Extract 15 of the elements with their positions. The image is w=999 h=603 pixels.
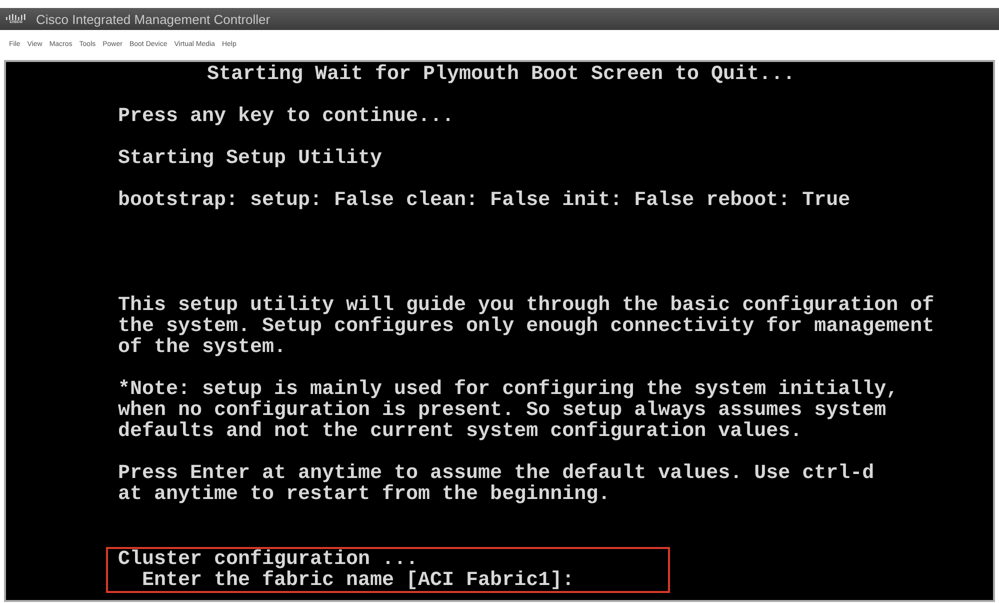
console-line: Enter the fabric name [ACI Fabric1]: [141, 570, 576, 591]
console-line: at anytime to restart from the beginning. [118, 484, 612, 505]
console-line: *Note: setup is mainly used for configuring the system initially, [118, 379, 900, 400]
console-line: Starting Setup Utility [118, 148, 384, 169]
console-line: This setup utility will guide you through the basic configuration of [118, 295, 936, 316]
console-line: Press any key to continue... [118, 106, 456, 127]
console-line: defaults and not the current system configuration values. [118, 421, 804, 442]
console-line: Starting Wait for Plymouth Boot Screen to Quit... [206, 64, 796, 85]
console-line: the system. Setup configures only enough connectivity for management [118, 316, 936, 337]
console-line: when no configuration is present. So setup always assumes system [118, 400, 888, 421]
console-line: of the system. [118, 337, 288, 358]
console-line: Press Enter at anytime to assume the default values. Use ctrl-d [118, 463, 876, 484]
window-title: Cisco Integrated Management Controller [36, 12, 270, 26]
console-line: Cluster configuration ... [118, 549, 418, 570]
console-line: bootstrap: setup: False clean: False init: False reboot: True [118, 190, 852, 211]
